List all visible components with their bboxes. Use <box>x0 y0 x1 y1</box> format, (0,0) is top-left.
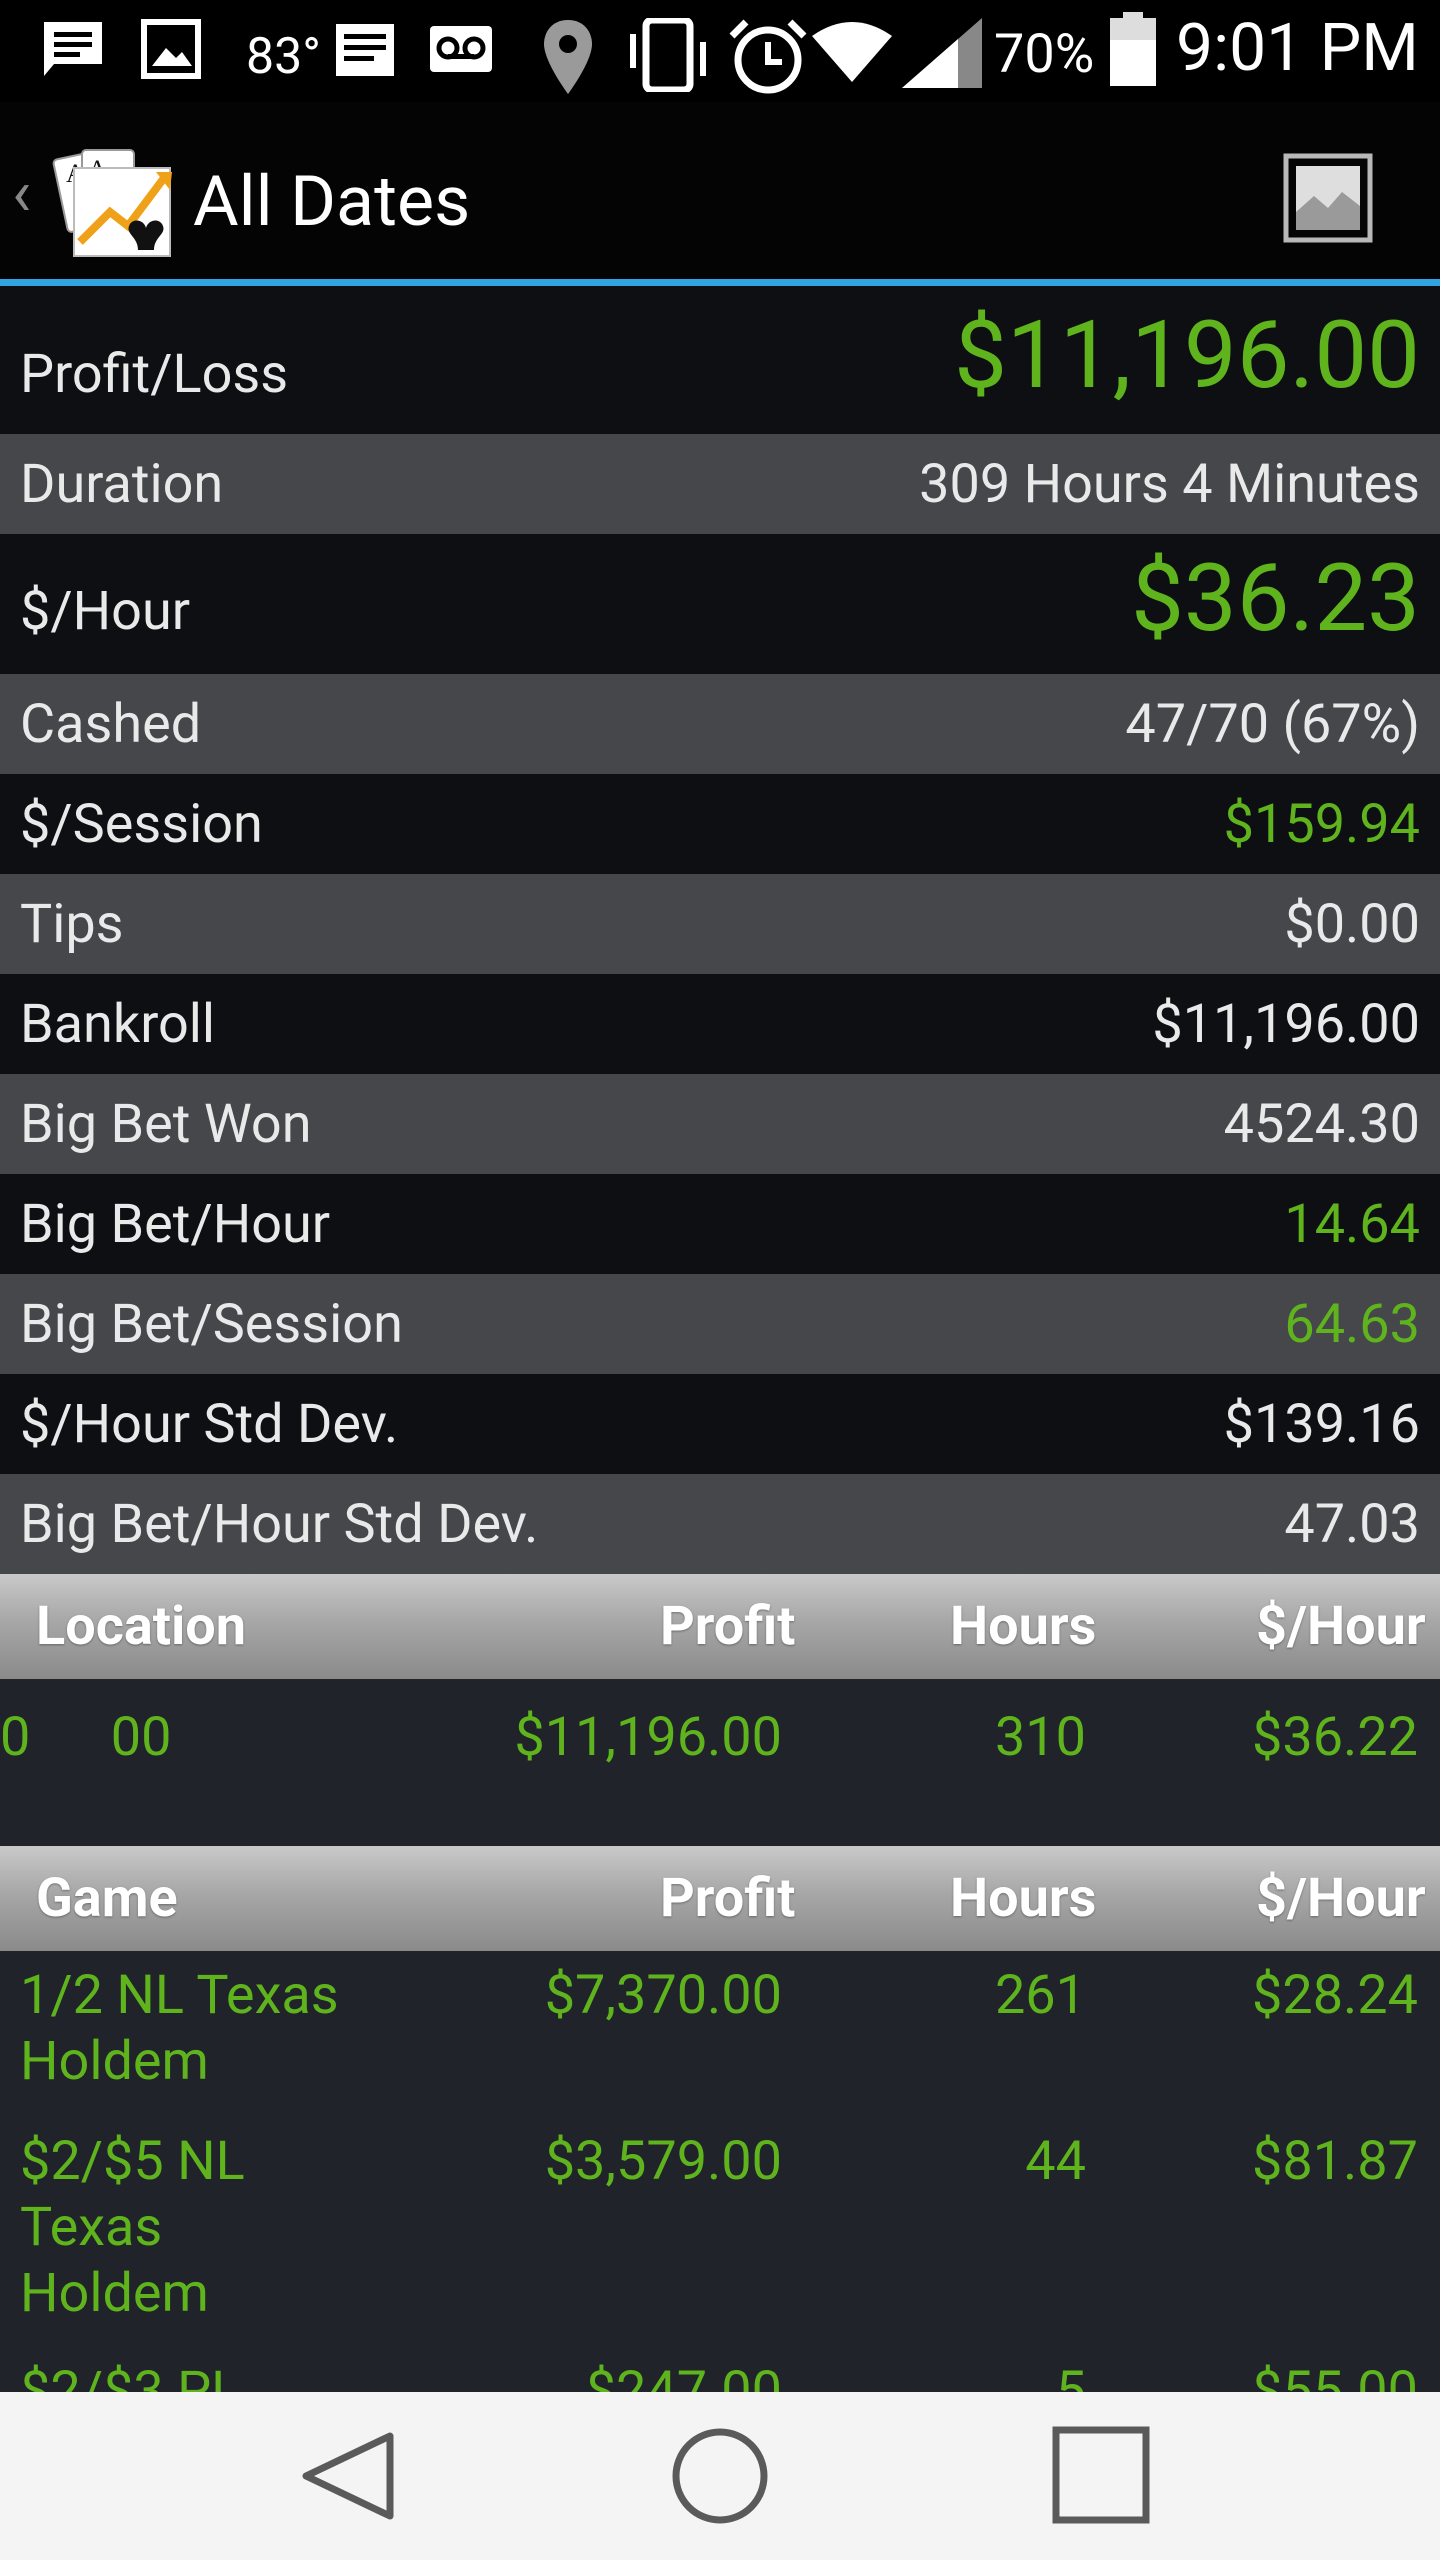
game-cell-line2: Texas <box>20 2196 163 2259</box>
profit-cell: $11,196.00 <box>514 1706 782 1769</box>
column-header-hours[interactable]: Hours <box>950 1846 1096 1951</box>
stat-value: $0.00 <box>1284 892 1420 956</box>
column-header-profit[interactable]: Profit <box>660 1846 795 1951</box>
app-logo[interactable]: A A <box>52 142 178 260</box>
action-bar-underline <box>0 279 1440 286</box>
stat-label: $/Hour Std Dev. <box>20 1392 399 1456</box>
stat-label: Bankroll <box>20 992 216 1056</box>
location-table-body: 0 00 $11,196.00 310 $36.22 <box>0 1679 1440 1847</box>
alarm-icon <box>729 19 807 94</box>
gallery-icon <box>141 19 201 79</box>
stat-row-profit-loss[interactable]: Profit/Loss $11,196.00 <box>0 286 1440 434</box>
notes-icon <box>336 24 394 76</box>
stat-row-bankroll[interactable]: Bankroll $11,196.00 <box>0 974 1440 1074</box>
clock-time: 9:01 PM <box>1176 10 1419 87</box>
stat-value: $139.16 <box>1223 1392 1420 1456</box>
stat-row-duration[interactable]: Duration 309 Hours 4 Minutes <box>0 434 1440 534</box>
game-cell-line3: Holdem <box>20 2262 209 2325</box>
stat-value: 309 Hours 4 Minutes <box>919 452 1420 516</box>
dollar-hour-cell: $81.87 <box>1252 2130 1418 2193</box>
column-header-game[interactable]: Game <box>36 1846 178 1951</box>
stat-value: 14.64 <box>1284 1192 1420 1256</box>
column-header-profit[interactable]: Profit <box>660 1574 795 1679</box>
status-bar: 83° 70% 9:01 PM <box>0 0 1440 102</box>
stat-label: Big Bet Won <box>20 1092 312 1156</box>
stat-row-big-bet-hour[interactable]: Big Bet/Hour 14.64 <box>0 1174 1440 1274</box>
game-cell-line1: $2/$5 NL <box>20 2130 245 2193</box>
stat-row-big-bet-won[interactable]: Big Bet Won 4524.30 <box>0 1074 1440 1174</box>
location-pin-icon <box>544 20 592 94</box>
location-cell: 0 00 <box>0 1706 172 1769</box>
stat-value: 64.63 <box>1284 1292 1420 1356</box>
table-row[interactable]: 1/2 NL Texas Holdem $7,370.00 261 $28.24 <box>0 1951 1440 2117</box>
column-header-location[interactable]: Location <box>36 1574 246 1679</box>
stat-row-big-bet-hour-std-dev[interactable]: Big Bet/Hour Std Dev. 47.03 <box>0 1474 1440 1574</box>
game-table-header: Game Profit Hours $/Hour <box>0 1846 1440 1951</box>
stat-value: $11,196.00 <box>1152 992 1420 1056</box>
profit-cell: $3,579.00 <box>544 2130 782 2193</box>
wifi-icon <box>812 22 892 82</box>
profit-cell: $7,370.00 <box>544 1964 782 2027</box>
stat-value: $36.23 <box>1131 543 1420 653</box>
stat-value: 4524.30 <box>1223 1092 1420 1156</box>
game-cell-line2: Holdem <box>20 2030 209 2093</box>
stat-row-big-bet-session[interactable]: Big Bet/Session 64.63 <box>0 1274 1440 1374</box>
column-header-hours[interactable]: Hours <box>950 1574 1096 1679</box>
nav-back-icon[interactable] <box>290 2426 410 2526</box>
stat-row-hour-std-dev[interactable]: $/Hour Std Dev. $139.16 <box>0 1374 1440 1474</box>
stat-label: $/Hour <box>20 579 191 643</box>
action-bar: ‹ A A All Dates <box>0 102 1440 286</box>
stat-value: $159.94 <box>1223 792 1420 856</box>
page-title: All Dates <box>193 161 471 243</box>
nav-home-icon[interactable] <box>660 2426 780 2526</box>
image-icon[interactable] <box>1282 152 1374 244</box>
stat-label: Tips <box>20 892 124 956</box>
stats-list: Profit/Loss $11,196.00 Duration 309 Hour… <box>0 286 1440 1574</box>
stat-label: Duration <box>20 452 224 516</box>
stat-label: Profit/Loss <box>20 342 289 406</box>
stat-value: 47.03 <box>1284 1492 1420 1556</box>
stat-label: $/Session <box>20 792 263 856</box>
stat-value: 47/70 (67%) <box>1125 692 1420 756</box>
navigation-bar <box>0 2392 1440 2560</box>
hours-cell: 310 <box>994 1706 1086 1769</box>
back-chevron-icon[interactable]: ‹ <box>12 162 31 226</box>
stat-row-dollar-hour[interactable]: $/Hour $36.23 <box>0 534 1440 674</box>
stat-row-tips[interactable]: Tips $0.00 <box>0 874 1440 974</box>
location-table-header: Location Profit Hours $/Hour <box>0 1574 1440 1679</box>
location-table: Location Profit Hours $/Hour 0 00 $11,19… <box>0 1574 1440 1847</box>
voicemail-icon <box>430 26 492 72</box>
column-header-dollar-hour[interactable]: $/Hour <box>1256 1574 1426 1679</box>
stat-label: Big Bet/Session <box>20 1292 403 1356</box>
stat-row-dollar-session[interactable]: $/Session $159.94 <box>0 774 1440 874</box>
battery-percent: 70% <box>994 23 1095 86</box>
signal-icon <box>902 18 982 88</box>
vibrate-icon <box>630 18 706 92</box>
app-screen: 83° 70% 9:01 PM ‹ All Dates Profit/Loss … <box>0 0 1440 2560</box>
battery-icon <box>1110 12 1156 86</box>
stat-label: Cashed <box>20 692 202 756</box>
dollar-hour-cell: $36.22 <box>1252 1706 1418 1769</box>
dollar-hour-cell: $28.24 <box>1252 1964 1418 2027</box>
hours-cell: 261 <box>994 1964 1086 2027</box>
stat-row-cashed[interactable]: Cashed 47/70 (67%) <box>0 674 1440 774</box>
table-row[interactable]: $2/$5 NL Texas Holdem $3,579.00 44 $81.8… <box>0 2117 1440 2347</box>
nav-recents-icon[interactable] <box>1040 2426 1160 2526</box>
table-row[interactable]: 0 00 $11,196.00 310 $36.22 <box>0 1679 1440 1799</box>
hours-cell: 44 <box>1025 2130 1086 2193</box>
game-cell-line1: 1/2 NL Texas <box>20 1964 339 2027</box>
stat-label: Big Bet/Hour Std Dev. <box>20 1492 539 1556</box>
stat-label: Big Bet/Hour <box>20 1192 331 1256</box>
message-icon <box>44 22 102 76</box>
stat-value: $11,196.00 <box>954 300 1420 410</box>
temperature-text: 83° <box>246 28 321 86</box>
column-header-dollar-hour[interactable]: $/Hour <box>1256 1846 1426 1951</box>
